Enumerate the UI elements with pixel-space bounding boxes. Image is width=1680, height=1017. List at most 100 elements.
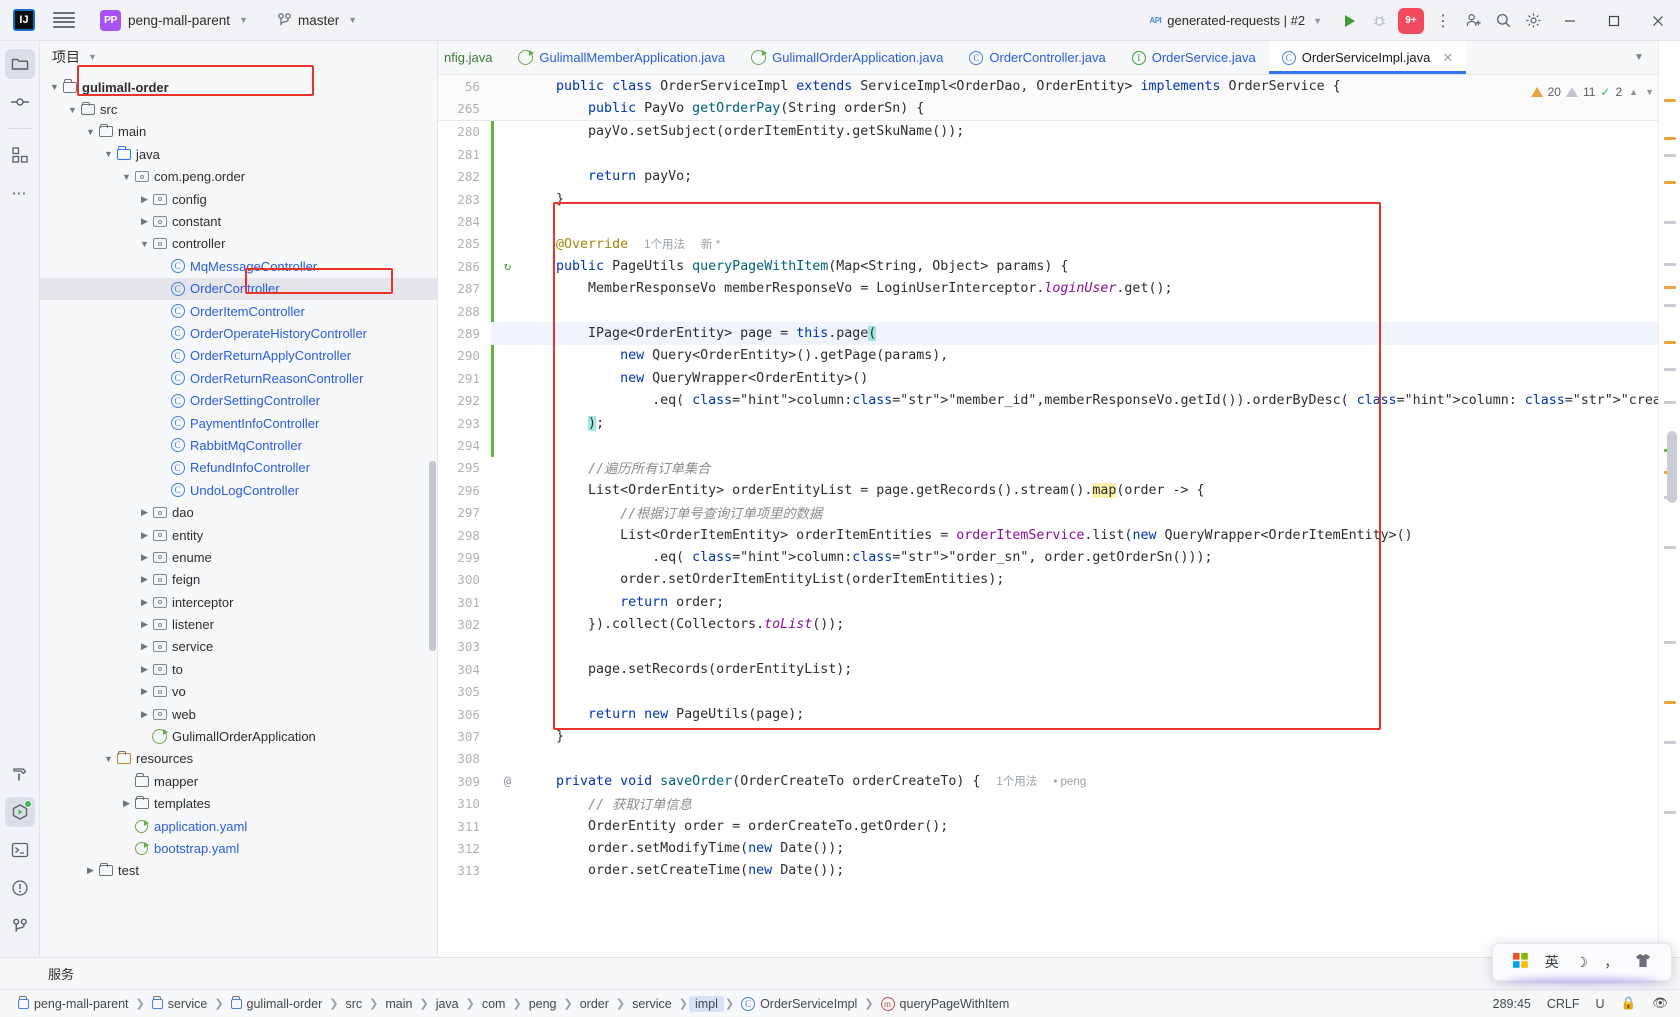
chevron-right-icon[interactable]: ▶ (138, 574, 151, 585)
settings-button[interactable] (1518, 6, 1548, 36)
chevron-down-icon[interactable]: ▼ (48, 82, 61, 92)
tree-node-paymentinfocontroller[interactable]: C PaymentInfoController (40, 412, 437, 434)
debug-button[interactable] (1364, 6, 1394, 36)
editor-tab-nfig[interactable]: nfig.java (438, 41, 505, 74)
tool-window-commit[interactable] (5, 87, 35, 117)
editor-scrollbar-thumb[interactable] (1667, 431, 1677, 503)
tree-node-src[interactable]: ▼ src (40, 98, 437, 120)
tree-node-orderreturnreasoncontroller[interactable]: C OrderReturnReasonController (40, 367, 437, 389)
code-line[interactable]: 280 payVo.setSubject(orderItemEntity.get… (438, 121, 1680, 143)
tree-node-config[interactable]: ▶ config (40, 188, 437, 210)
code-line[interactable]: 285 @Override 1个用法 新 * (438, 233, 1680, 255)
tool-window-problems[interactable] (5, 873, 35, 903)
chevron-right-icon[interactable]: ▶ (138, 597, 151, 608)
code-lines[interactable]: 280 payVo.setSubject(orderItemEntity.get… (438, 120, 1680, 882)
chevron-right-icon[interactable]: ▶ (138, 194, 151, 205)
chevron-down-icon[interactable]: ▼ (84, 127, 97, 137)
tree-node-entity[interactable]: ▶ entity (40, 524, 437, 546)
tree-node-java[interactable]: ▼ java (40, 143, 437, 165)
chevron-down-icon[interactable]: ▼ (102, 149, 115, 159)
breadcrumb-item-querypagewithitem[interactable]: m queryPageWithItem (875, 996, 1016, 1012)
inspection-widget[interactable]: 20 11 ✓ 2 ▲ ▼ (1530, 85, 1654, 99)
code-line[interactable]: 287 MemberResponseVo memberResponseVo = … (438, 278, 1680, 300)
lock-icon[interactable]: 🔒 (1621, 996, 1637, 1011)
tree-node-main[interactable]: ▼ main (40, 121, 437, 143)
tree-node-bootstrap-yaml[interactable]: bootstrap.yaml (40, 837, 437, 859)
skin-icon[interactable] (1635, 953, 1651, 971)
maximize-button[interactable] (1592, 0, 1636, 41)
tree-node-resources[interactable]: ▼ resources (40, 748, 437, 770)
editor-tab-gulimallorderapplication[interactable]: GulimallOrderApplication.java (738, 41, 956, 74)
tree-node-orderitemcontroller[interactable]: C OrderItemController (40, 300, 437, 322)
punctuation-icon[interactable]: ， (1604, 952, 1618, 972)
code-line[interactable]: 281 (438, 143, 1680, 165)
code-line[interactable]: 295 //遍历所有订单集合 (438, 457, 1680, 479)
code-line[interactable]: 308 (438, 748, 1680, 770)
code-line[interactable]: 303 (438, 636, 1680, 658)
minimize-button[interactable] (1548, 0, 1592, 41)
breadcrumb-item-com[interactable]: com (476, 996, 512, 1012)
code-line[interactable]: 286 ↻ public PageUtils queryPageWithItem(… (438, 255, 1680, 277)
project-selector[interactable]: PP peng-mall-parent ▼ (93, 7, 255, 34)
breadcrumb-item-peng-mall-parent[interactable]: peng-mall-parent (12, 996, 135, 1012)
chevron-down-icon[interactable]: ▼ (102, 754, 115, 764)
tree-node-web[interactable]: ▶ web (40, 703, 437, 725)
editor-marker-strip[interactable] (1658, 41, 1680, 957)
line-separator[interactable]: CRLF (1547, 997, 1580, 1011)
tree-node-orderreturnapplycontroller[interactable]: C OrderReturnApplyController (40, 345, 437, 367)
chevron-down-icon[interactable]: ▼ (138, 239, 151, 249)
code-line[interactable]: 309 @ private void saveOrder(OrderCreateT… (438, 770, 1680, 792)
editor-tab-gulimallmemberapplication[interactable]: GulimallMemberApplication.java (505, 41, 738, 74)
tree-node-vo[interactable]: ▶ vo (40, 681, 437, 703)
editor-tab-orderserviceimpl[interactable]: C OrderServiceImpl.java ✕ (1268, 41, 1467, 74)
services-tool-window-strip[interactable]: 服务 (0, 957, 1680, 989)
chevron-right-icon[interactable]: ▶ (138, 664, 151, 675)
code-line[interactable]: 301 return order; (438, 591, 1680, 613)
tree-node-refundinfocontroller[interactable]: C RefundInfoController (40, 457, 437, 479)
chevron-right-icon[interactable]: ▶ (138, 709, 151, 720)
close-icon[interactable]: ✕ (1442, 50, 1453, 66)
code-line[interactable]: 306 return new PageUtils(page); (438, 703, 1680, 725)
tree-node-ordersettingcontroller[interactable]: C OrderSettingController (40, 389, 437, 411)
editor-tab-orderservice[interactable]: I OrderService.java (1119, 41, 1269, 74)
tree-node-ordercontroller[interactable]: C OrderController (40, 277, 437, 300)
code-line[interactable]: 311 OrderEntity order = orderCreateTo.ge… (438, 815, 1680, 837)
tree-node-constant[interactable]: ▶ constant (40, 210, 437, 232)
ime-indicator-panel[interactable]: 英 ☽ ， (1492, 943, 1672, 981)
tree-node-gulimallorderapplication[interactable]: GulimallOrderApplication (40, 725, 437, 747)
tree-node-feign[interactable]: ▶ feign (40, 569, 437, 591)
code-line[interactable]: 299 .eq( class="hint">column: class ="str… (438, 546, 1680, 568)
breadcrumb-item-orderserviceimpl[interactable]: C OrderServiceImpl (735, 996, 863, 1012)
chevron-right-icon[interactable]: ▶ (138, 641, 151, 652)
annotation-gutter-icon[interactable]: @ (504, 774, 511, 788)
run-configuration-selector[interactable]: API generated-requests | #2 ▼ (1141, 10, 1330, 31)
code-line[interactable]: 292 .eq( class="hint">column: class ="str… (438, 389, 1680, 411)
override-method-icon[interactable]: ↻ (504, 259, 511, 273)
code-line[interactable]: 304 page.setRecords(orderEntityList); (438, 658, 1680, 680)
tool-window-more[interactable]: ⋯ (5, 178, 35, 208)
code-line[interactable]: 298 List<OrderItemEntity> orderItemEntit… (438, 524, 1680, 546)
breadcrumb-item-peng[interactable]: peng (523, 996, 563, 1012)
code-line[interactable]: 305 (438, 681, 1680, 703)
tree-node-enume[interactable]: ▶ enume (40, 546, 437, 568)
tool-window-terminal[interactable] (5, 835, 35, 865)
code-line[interactable]: 312 order.setModifyTime(new Date()); (438, 837, 1680, 859)
project-tree-scrollbar[interactable] (429, 461, 436, 651)
breadcrumb-item-java[interactable]: java (430, 996, 465, 1012)
code-line[interactable]: 282 return payVo; (438, 166, 1680, 188)
chevron-right-icon[interactable]: ▶ (120, 798, 133, 809)
breadcrumb-item-impl[interactable]: impl (688, 995, 724, 1012)
caret-position[interactable]: 289:45 (1493, 997, 1531, 1011)
tool-window-build[interactable] (5, 759, 35, 789)
code-line[interactable]: 296 List<OrderEntity> orderEntityList = … (438, 479, 1680, 501)
breadcrumb[interactable]: peng-mall-parent ❯ service ❯ gulimall-order ❯… (12, 995, 1016, 1012)
tree-node-orderoperatehistorycontroller[interactable]: C OrderOperateHistoryController (40, 322, 437, 344)
tree-node-test[interactable]: ▶ test (40, 860, 437, 882)
tree-node-undologcontroller[interactable]: C UndoLogController (40, 479, 437, 501)
tree-node-dao[interactable]: ▶ dao (40, 501, 437, 523)
moon-icon[interactable]: ☽ (1575, 954, 1588, 971)
chevron-up-icon[interactable]: ▲ (1629, 87, 1638, 97)
tree-node-interceptor[interactable]: ▶ interceptor (40, 591, 437, 613)
tree-node-mapper[interactable]: mapper (40, 770, 437, 792)
code-line[interactable]: 300 order.setOrderItemEntityList(orderIt… (438, 569, 1680, 591)
